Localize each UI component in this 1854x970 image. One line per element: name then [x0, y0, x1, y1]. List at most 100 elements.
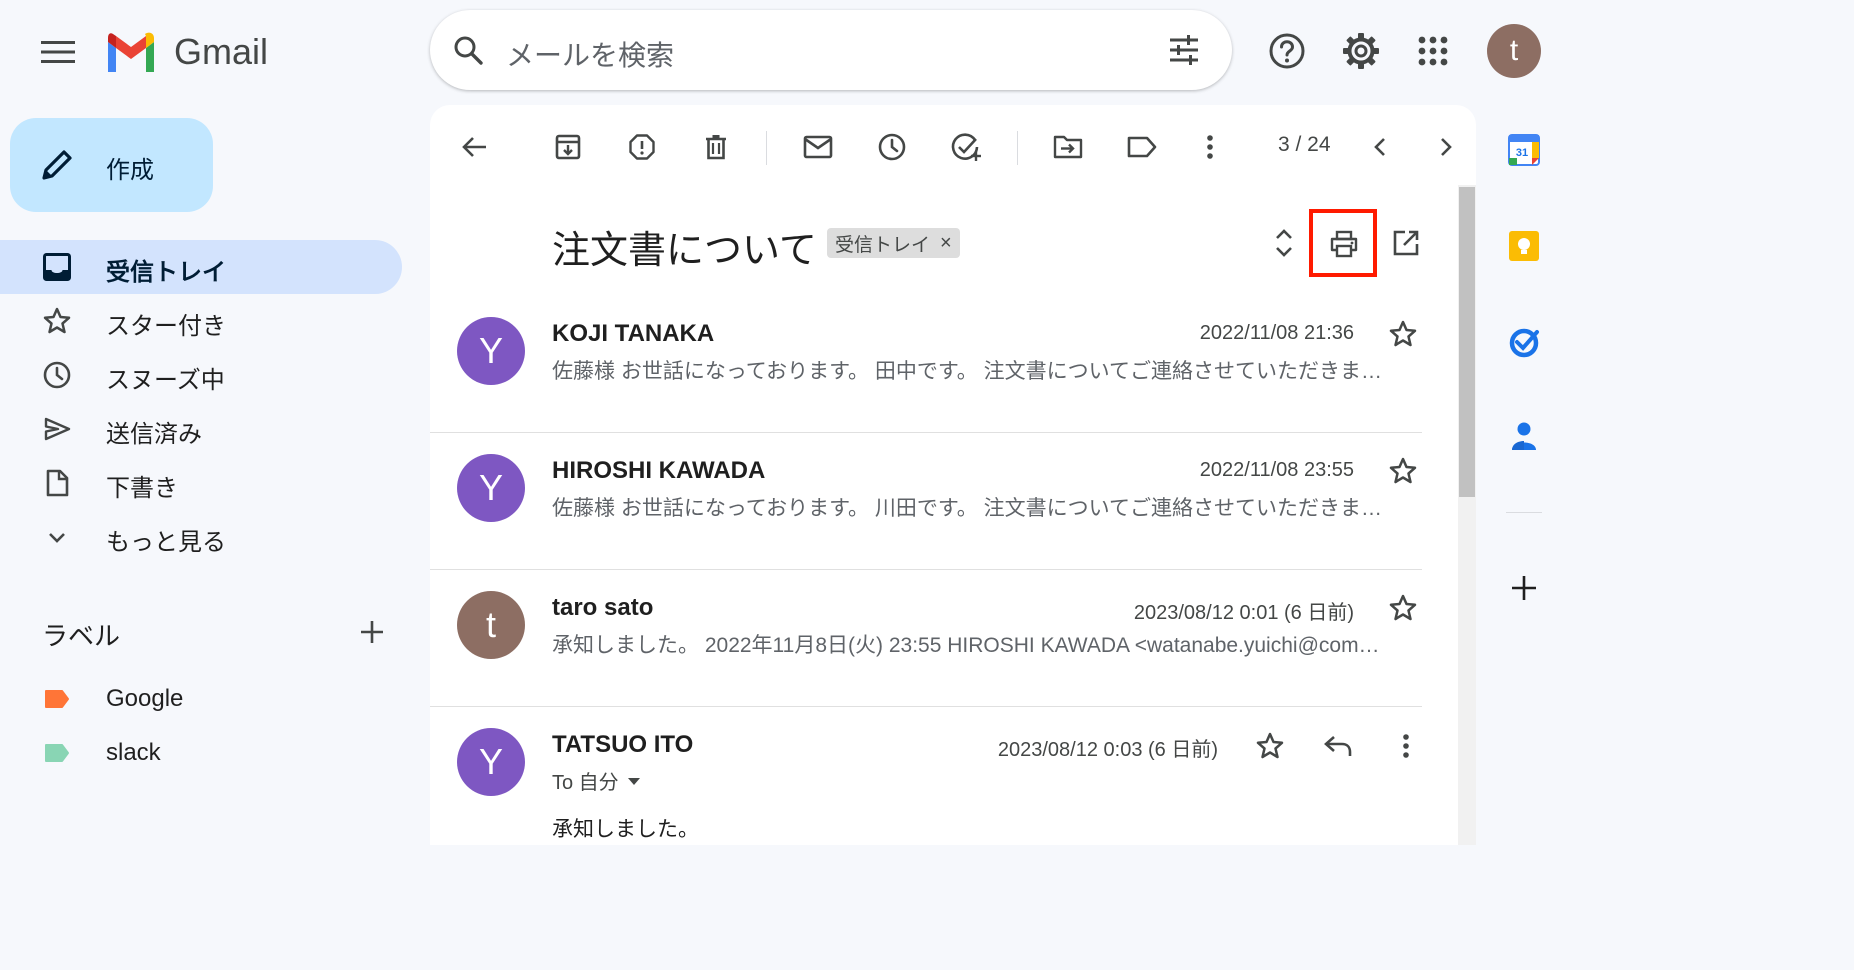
keep-icon	[1509, 231, 1539, 261]
label-tag-icon	[45, 744, 69, 762]
expand-all-button[interactable]	[1266, 225, 1302, 261]
get-addons-button[interactable]	[1506, 570, 1542, 606]
archive-button[interactable]	[550, 129, 586, 165]
label-name: slack	[106, 739, 161, 766]
svg-text:31: 31	[1516, 147, 1528, 159]
move-to-button[interactable]	[1050, 129, 1086, 165]
apps-button[interactable]	[1412, 30, 1454, 72]
inbox-icon	[43, 253, 71, 281]
recipient-details-toggle[interactable]: To 自分	[552, 766, 641, 795]
reply-button[interactable]	[1320, 728, 1356, 764]
report-spam-button[interactable]	[624, 129, 660, 165]
main-menu-button[interactable]	[36, 30, 80, 74]
sender-name: HIROSHI KAWADA	[552, 457, 766, 484]
star-icon	[1389, 594, 1417, 621]
gmail-wordmark: Gmail	[174, 31, 269, 72]
scrollbar-thumb[interactable]	[1459, 187, 1475, 497]
newer-button[interactable]	[1362, 129, 1398, 165]
sidebar-item-label: もっと見る	[106, 529, 226, 556]
open-in-new-icon	[1393, 230, 1419, 256]
contacts-icon	[1512, 422, 1536, 450]
search-input[interactable]: メールを検索	[506, 34, 674, 74]
message-snippet: 佐藤様 お世話になっております。 川田です。 注文書についてご連絡させていただき…	[552, 497, 1382, 520]
add-task-icon	[951, 133, 981, 161]
message-collapsed[interactable]: Y HIROSHI KAWADA 2022/11/08 23:55 佐藤様 お世…	[430, 432, 1422, 570]
star-button[interactable]	[1388, 319, 1420, 351]
sidebar-item-drafts[interactable]: 下書き	[0, 456, 402, 510]
more-vert-icon	[1403, 734, 1409, 758]
toolbar-divider	[766, 131, 767, 165]
message-snippet: 承知しました。 2022年11月8日(火) 23:55 HIROSHI KAWA…	[552, 634, 1380, 657]
keep-app-button[interactable]	[1504, 226, 1544, 266]
sidebar-item-starred[interactable]: スター付き	[0, 294, 402, 348]
pagination-count: 3 / 24	[1278, 133, 1331, 156]
gmail-logo-icon	[108, 32, 154, 72]
gmail-logo[interactable]: Gmail	[104, 30, 268, 74]
sender-avatar: Y	[457, 454, 525, 522]
account-avatar[interactable]: t	[1487, 24, 1541, 78]
sender-avatar: Y	[457, 317, 525, 385]
message-expanded: Y TATSUO ITO 2023/08/12 0:03 (6 日前) To 自…	[430, 706, 1422, 845]
sidebar-item-label: 受信トレイ	[106, 259, 226, 286]
reply-icon	[1324, 736, 1352, 756]
message-date: 2022/11/08 23:55	[1199, 459, 1354, 481]
mark-unread-button[interactable]	[800, 129, 836, 165]
tasks-icon	[1509, 328, 1539, 358]
sender-avatar: t	[457, 591, 525, 659]
calendar-app-button[interactable]: 31	[1504, 130, 1544, 170]
labels-button[interactable]	[1124, 129, 1160, 165]
search-options-button[interactable]	[1166, 32, 1202, 68]
plus-icon	[361, 621, 383, 643]
compose-button[interactable]: 作成	[10, 118, 213, 212]
chevron-left-icon	[1374, 138, 1385, 156]
message-collapsed[interactable]: t taro sato 2023/08/12 0:01 (6 日前) 承知しまし…	[430, 569, 1422, 707]
tasks-app-button[interactable]	[1504, 322, 1544, 362]
sender-name: taro sato	[552, 594, 654, 621]
sidebar-item-label: スヌーズ中	[106, 367, 225, 394]
star-button[interactable]	[1388, 593, 1420, 625]
side-panel-divider	[1506, 512, 1542, 513]
chevron-down-icon	[49, 533, 65, 543]
clock-icon	[43, 361, 71, 389]
create-label-button[interactable]	[356, 616, 388, 648]
settings-button[interactable]	[1340, 30, 1382, 72]
back-button[interactable]	[456, 129, 492, 165]
snooze-button[interactable]	[874, 129, 910, 165]
star-button[interactable]	[1388, 456, 1420, 488]
message-collapsed[interactable]: Y KOJI TANAKA 2022/11/08 21:36 佐藤様 お世話にな…	[430, 295, 1422, 433]
message-more-button[interactable]	[1388, 728, 1424, 764]
message-date: 2023/08/12 0:01 (6 日前)	[1133, 602, 1354, 624]
sidebar-item-label: 送信済み	[106, 421, 202, 448]
open-new-window-button[interactable]	[1388, 225, 1424, 261]
chip-label: 受信トレイ	[835, 234, 931, 256]
star-button[interactable]	[1252, 728, 1288, 764]
sidebar-label-google[interactable]: Google	[0, 675, 402, 725]
search-button[interactable]	[450, 32, 486, 68]
send-icon	[44, 417, 71, 441]
label-tag-icon	[45, 690, 69, 708]
sidebar-item-more[interactable]: もっと見る	[0, 510, 402, 564]
help-button[interactable]	[1266, 30, 1308, 72]
recipient-line: To 自分	[552, 772, 619, 794]
more-actions-button[interactable]	[1192, 129, 1228, 165]
sidebar-item-sent[interactable]: 送信済み	[0, 402, 402, 456]
label-icon	[1127, 136, 1157, 158]
search-bar[interactable]: メールを検索	[430, 10, 1232, 90]
delete-button[interactable]	[698, 129, 734, 165]
search-icon	[454, 36, 483, 65]
sidebar-item-snoozed[interactable]: スヌーズ中	[0, 348, 402, 402]
labels-heading: ラベル	[42, 621, 121, 651]
archive-icon	[555, 134, 581, 160]
sidebar-item-inbox[interactable]: 受信トレイ	[0, 240, 402, 294]
plus-icon	[1512, 576, 1536, 600]
sidebar-label-slack[interactable]: slack	[0, 729, 402, 779]
hamburger-icon	[41, 41, 75, 63]
remove-label-button[interactable]: ×	[940, 232, 952, 255]
pencil-icon	[42, 150, 72, 180]
star-icon	[1389, 320, 1417, 347]
chevron-right-icon	[1441, 138, 1452, 156]
contacts-app-button[interactable]	[1504, 416, 1544, 456]
add-to-tasks-button[interactable]	[948, 129, 984, 165]
older-button[interactable]	[1428, 129, 1464, 165]
gear-icon	[1343, 33, 1379, 69]
